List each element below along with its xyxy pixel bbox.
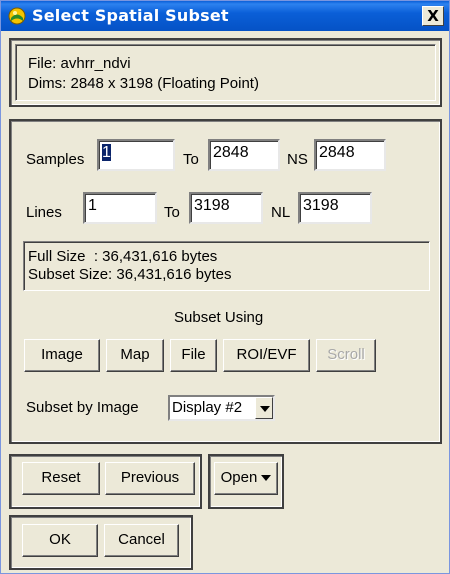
lines-label: Lines <box>26 204 62 221</box>
subset-map-button[interactable]: Map <box>106 339 164 372</box>
file-name-text: File: avhrr_ndvi <box>28 55 131 72</box>
samples-label: Samples <box>26 151 85 168</box>
subset-image-button[interactable]: Image <box>24 339 100 372</box>
nl-label: NL <box>271 204 291 221</box>
dims-text: Dims: 2848 x 3198 (Floating Point) <box>28 75 259 92</box>
subset-file-button[interactable]: File <box>170 339 217 372</box>
open-label: Open <box>220 469 258 486</box>
subset-using-label: Subset Using <box>174 309 264 326</box>
previous-button[interactable]: Previous <box>105 462 195 495</box>
lines-from-input[interactable]: 1 <box>83 192 157 224</box>
title-bar[interactable]: Select Spatial Subset X <box>1 1 449 31</box>
subset-scroll-button[interactable]: Scroll <box>316 339 376 372</box>
subset-by-image-select[interactable]: Display #2 <box>168 395 275 421</box>
cancel-button[interactable]: Cancel <box>104 524 179 557</box>
subset-size-text: Subset Size: 36,431,616 bytes <box>28 266 232 283</box>
samples-to-input[interactable]: 2848 <box>208 139 280 171</box>
dropdown-arrow-icon[interactable] <box>255 397 273 419</box>
chevron-down-icon <box>261 475 272 482</box>
file-info-frame <box>9 38 442 107</box>
reset-button[interactable]: Reset <box>22 462 100 495</box>
envi-globe-icon <box>8 7 26 25</box>
close-button[interactable]: X <box>422 6 444 26</box>
subset-roi-evf-button[interactable]: ROI/EVF <box>223 339 310 372</box>
window-title: Select Spatial Subset <box>32 6 229 25</box>
ok-button[interactable]: OK <box>22 524 98 557</box>
open-menu-button[interactable]: Open <box>214 462 278 495</box>
ns-input[interactable]: 2848 <box>314 139 386 171</box>
samples-from-input[interactable]: 1 <box>97 139 175 171</box>
file-info-box <box>15 44 436 101</box>
subset-by-image-value: Display #2 <box>172 399 243 416</box>
full-size-text: Full Size : 36,431,616 bytes <box>28 248 218 265</box>
ns-label: NS <box>287 151 308 168</box>
lines-to-label: To <box>164 204 180 221</box>
samples-to-label: To <box>183 151 199 168</box>
nl-input[interactable]: 3198 <box>298 192 372 224</box>
subset-by-image-label: Subset by Image <box>26 399 139 416</box>
lines-to-input[interactable]: 3198 <box>189 192 263 224</box>
select-spatial-subset-dialog: Select Spatial Subset X File: avhrr_ndvi… <box>0 0 450 574</box>
